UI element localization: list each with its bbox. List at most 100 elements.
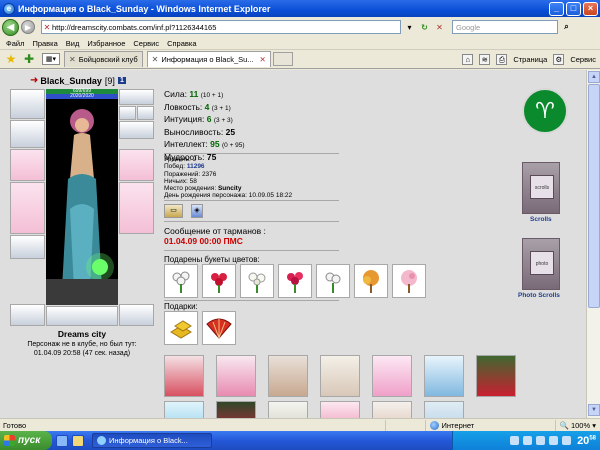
postcard-12[interactable] (372, 401, 412, 418)
postcard-8[interactable] (164, 401, 204, 418)
bouquet-roses-2[interactable] (278, 264, 312, 298)
stat-extra: (0 + 95) (221, 142, 245, 149)
quicklaunch-ie-icon[interactable] (56, 434, 68, 447)
stat-extra: (3 + 1) (211, 104, 231, 112)
item-slot-armor[interactable] (10, 182, 45, 234)
bouquet-pink-tree[interactable] (392, 264, 426, 298)
status-bar: Готово Интернет 🔍 100% ▾ (0, 418, 600, 431)
shield-badge-icon[interactable]: ◈ (191, 204, 203, 218)
zoom-control[interactable]: 🔍 100% ▾ (554, 419, 600, 431)
tab-combats[interactable]: ✕ Бойцовский клуб (64, 51, 143, 67)
scroll-badge-icon[interactable]: ▭ (164, 204, 183, 218)
menu-edit[interactable]: Правка (32, 39, 57, 48)
gift-gold-bars[interactable] (164, 311, 198, 345)
bouquet-white-flowers[interactable] (240, 264, 274, 298)
clock[interactable]: 2058 (577, 435, 596, 447)
item-slot-earrings[interactable] (119, 89, 154, 105)
postcard-3[interactable] (268, 355, 308, 397)
item-slot-boots-left[interactable] (10, 304, 45, 326)
back-button[interactable]: ◀ (2, 18, 19, 36)
sword-icon: ✕ (151, 55, 159, 64)
minimize-button[interactable]: _ (549, 1, 564, 16)
tray-icon-3[interactable] (536, 436, 546, 445)
item-slot-pants[interactable] (119, 182, 154, 234)
stat-value: 11 (189, 89, 199, 99)
tray-icon-4[interactable] (549, 436, 559, 445)
postcard-2[interactable] (216, 355, 256, 397)
status-line-1: Персонаж не в клубе, но был тут: (27, 341, 137, 348)
postcard-11[interactable] (320, 401, 360, 418)
quicklaunch-desktop-icon[interactable] (72, 434, 84, 447)
item-slot-weapon[interactable] (10, 149, 45, 181)
tab-list-button[interactable]: ▦▾ (42, 53, 60, 65)
search-icon[interactable]: ⌕ (560, 21, 573, 34)
postcard-13[interactable] (424, 401, 464, 418)
scrolls-link[interactable]: Scrolls (530, 216, 552, 223)
tools-menu[interactable]: Сервис (570, 55, 596, 64)
start-button[interactable]: пуск (0, 431, 52, 450)
menu-favorites[interactable]: Избранное (87, 39, 125, 48)
scroll-down-icon[interactable]: ▼ (588, 404, 600, 416)
tray-icon-5[interactable] (562, 436, 572, 445)
photo-scrolls-link[interactable]: Photo Scrolls (518, 292, 560, 299)
item-slot-ring-2[interactable] (137, 106, 154, 120)
item-slot-ring-3[interactable] (119, 121, 154, 139)
tray-icon-2[interactable] (523, 436, 533, 445)
item-slot-necklace[interactable] (10, 120, 45, 148)
search-input[interactable]: Google (452, 20, 558, 34)
postcard-7[interactable] (476, 355, 516, 397)
item-slot-ring-1[interactable] (119, 106, 136, 120)
refresh-icon[interactable]: ↻ (418, 21, 431, 34)
system-tray: 2058 (452, 431, 600, 450)
stop-icon[interactable]: ✕ (433, 21, 446, 34)
address-input[interactable]: http://dreamscity.combats.com/inf.pl?112… (52, 23, 400, 32)
postcard-5[interactable] (372, 355, 412, 397)
add-favorite-icon[interactable]: ✚ (22, 52, 36, 66)
menu-tools[interactable]: Сервис (133, 39, 159, 48)
bouquet-red-roses[interactable] (202, 264, 236, 298)
print-icon[interactable]: ⎙ (496, 53, 508, 65)
item-slot-bottom-center[interactable] (46, 306, 118, 326)
item-slot-helmet[interactable] (10, 89, 45, 119)
close-tab-icon[interactable]: ✕ (260, 55, 266, 64)
vertical-scrollbar[interactable]: ▲ ▼ (586, 70, 600, 418)
menu-file[interactable]: Файл (6, 39, 24, 48)
home-icon[interactable]: ⌂ (462, 53, 474, 65)
favorites-star-icon[interactable]: ★ (4, 52, 18, 66)
info-badge[interactable]: 1 (117, 77, 126, 84)
address-bar[interactable]: ✕ http://dreamscity.combats.com/inf.pl?1… (41, 20, 401, 34)
page-menu[interactable]: Страница (513, 55, 547, 64)
bouquet-white-lilies[interactable] (164, 264, 198, 298)
postcard-4[interactable] (320, 355, 360, 397)
feeds-icon[interactable]: ≋ (479, 53, 491, 65)
tray-icon-1[interactable] (510, 436, 520, 445)
postcard-9[interactable] (216, 401, 256, 418)
forward-button[interactable]: ▶ (21, 20, 35, 34)
scrolls-banner[interactable]: scrolls (522, 162, 560, 214)
tab-label: Информация о Black_Su... (161, 55, 254, 64)
tools-gear-icon[interactable]: ⚙ (553, 53, 565, 65)
postcard-1[interactable] (164, 355, 204, 397)
new-tab-button[interactable] (272, 52, 293, 66)
item-slot-boots-right[interactable] (119, 304, 154, 326)
gift-fan[interactable] (202, 311, 236, 345)
dropdown-icon[interactable]: ▾ (403, 21, 416, 34)
close-button[interactable]: × (583, 1, 598, 16)
item-slot-belt[interactable] (10, 235, 45, 259)
menu-help[interactable]: Справка (167, 39, 196, 48)
taskbar-ie-window[interactable]: Информация о Black... (92, 433, 212, 448)
bouquet-autumn-tree[interactable] (354, 264, 388, 298)
tab-info[interactable]: ✕ Информация о Black_Su... ✕ (146, 51, 271, 67)
goat-emblem-icon[interactable]: ♈ (522, 88, 568, 134)
tab-label: Бойцовский клуб (78, 55, 138, 64)
postcard-6[interactable] (424, 355, 464, 397)
scroll-up-icon[interactable]: ▲ (588, 71, 600, 83)
maximize-button[interactable]: □ (566, 1, 581, 16)
scroll-thumb[interactable] (588, 84, 600, 308)
bouquet-white-callas[interactable] (316, 264, 350, 298)
menu-view[interactable]: Вид (66, 39, 80, 48)
photo-scrolls-banner[interactable]: photo (522, 238, 560, 290)
message-divider (164, 250, 339, 251)
postcard-10[interactable] (268, 401, 308, 418)
item-slot-shield[interactable] (119, 149, 154, 181)
